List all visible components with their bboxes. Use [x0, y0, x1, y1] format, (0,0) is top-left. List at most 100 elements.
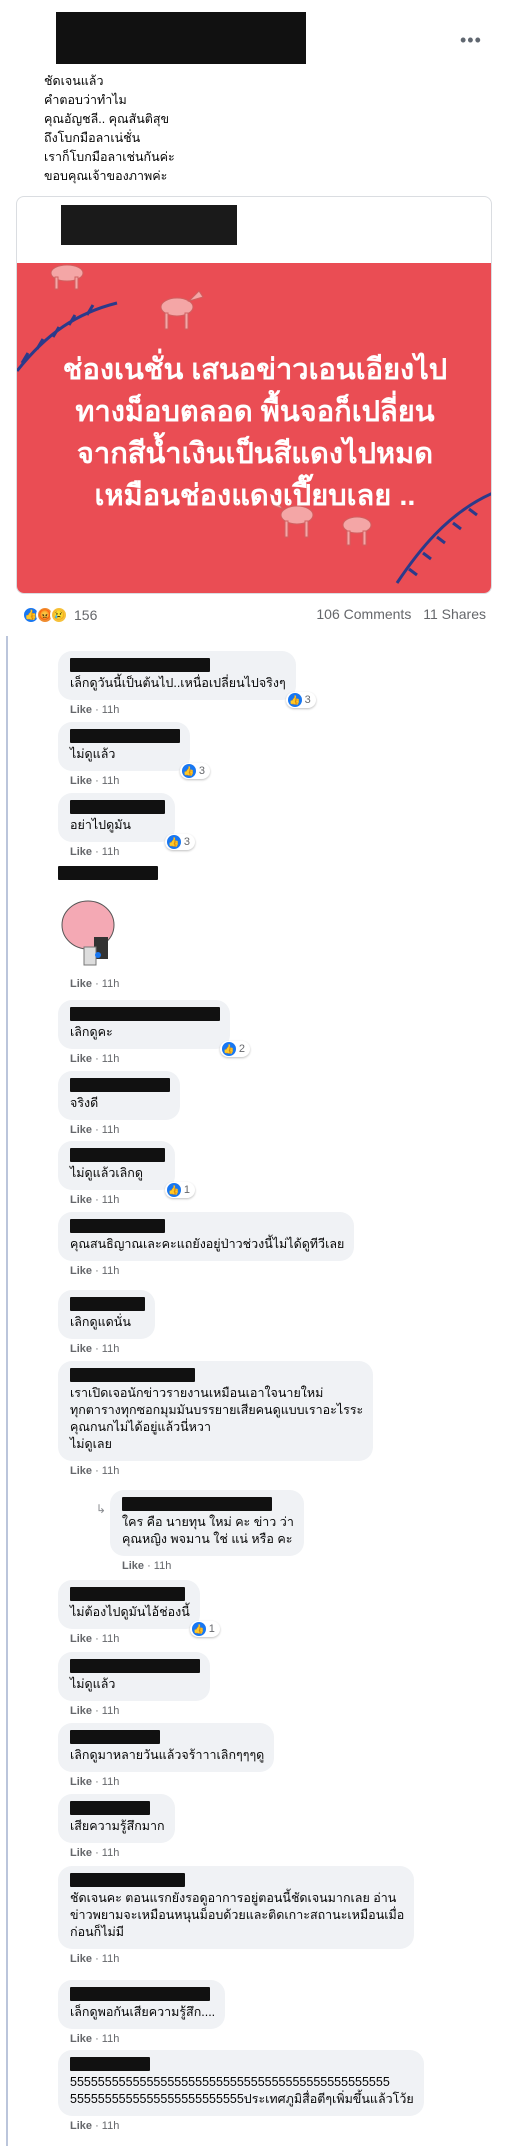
meta-separator: ·	[92, 1705, 102, 1717]
like-button[interactable]: Like	[70, 704, 92, 716]
commenter-name-redacted[interactable]	[70, 1007, 220, 1021]
comment-timestamp[interactable]: 11h	[102, 775, 120, 787]
commenter-name-redacted[interactable]	[70, 658, 210, 672]
like-button[interactable]: Like	[70, 1847, 92, 1859]
commenter-name-redacted[interactable]	[70, 1587, 185, 1601]
comment-bubble[interactable]: เลิกดูแดนั่น	[58, 1290, 155, 1339]
comment-timestamp[interactable]: 11h	[102, 1633, 120, 1645]
author-avatar-redacted[interactable]	[56, 12, 306, 64]
like-reaction-icon: 👍	[287, 693, 302, 707]
comment-timestamp[interactable]: 11h	[102, 1847, 120, 1859]
comment-timestamp[interactable]: 11h	[102, 1343, 120, 1355]
like-button[interactable]: Like	[70, 2033, 92, 2045]
like-button[interactable]: Like	[70, 1343, 92, 1355]
commenter-name-redacted[interactable]	[70, 1987, 210, 2001]
like-button[interactable]: Like	[70, 1265, 92, 1277]
comment-bubble[interactable]: ไม่ดูแล้วเลิกดู 👍 1	[58, 1141, 195, 1198]
comment-bubble[interactable]: ใคร คือ นายทุน ใหม่ คะ ข่าว ว่า คุณหญิง พ…	[110, 1490, 304, 1556]
comment-timestamp[interactable]: 11h	[102, 2120, 120, 2132]
commenter-name-redacted[interactable]	[70, 1219, 165, 1233]
comment-bubble[interactable]: ไม่ดูแล้ว 👍 3	[58, 722, 210, 779]
commenter-name-redacted[interactable]	[70, 1297, 145, 1311]
commenter-name-redacted[interactable]	[70, 2057, 150, 2071]
meta-separator: ·	[92, 1633, 102, 1645]
commenter-name-redacted[interactable]	[70, 1873, 185, 1887]
commenter-name-redacted[interactable]	[70, 729, 180, 743]
reaction-count: 1	[208, 1623, 215, 1635]
comment-bubble[interactable]	[58, 866, 158, 974]
comment-bubble[interactable]: คุณสนธิญาณเละคะแถยังอยู่ป่าวช่วงนี้ไม่ได…	[58, 1212, 355, 1261]
like-button[interactable]: Like	[70, 1705, 92, 1717]
like-button[interactable]: Like	[70, 1633, 92, 1645]
like-button[interactable]: Like	[70, 846, 92, 858]
comment-timestamp[interactable]: 11h	[102, 1705, 120, 1717]
comment-timestamp[interactable]: 11h	[154, 1560, 172, 1572]
comment-reaction-badge[interactable]: 👍 1	[164, 1182, 195, 1198]
comment-timestamp[interactable]: 11h	[102, 1265, 120, 1277]
commenter-name-redacted[interactable]	[70, 1078, 170, 1092]
commenter-name-redacted[interactable]	[70, 1368, 195, 1382]
comment-line: 5555555555555555555555555555555555555555…	[70, 2075, 390, 2089]
comment-text: อย่าไปดูมัน	[70, 818, 131, 832]
shared-author-redacted[interactable]	[61, 205, 237, 245]
shared-post-card[interactable]: ช่องเนชั่น เสนอข่าวเอนเอียงไป ทางม็อบตลอ…	[16, 196, 492, 594]
reaction-count: 3	[198, 765, 205, 777]
comment-timestamp[interactable]: 11h	[102, 704, 120, 716]
like-button[interactable]: Like	[70, 1053, 92, 1065]
comment-bubble[interactable]: เลิกดูคะ 👍 2	[58, 1000, 250, 1057]
comment-bubble[interactable]: ชัดเจนคะ ตอนแรกยังรอดูอาการอยู่ตอนนี้ชัด…	[58, 1866, 415, 1949]
comment-bubble[interactable]: เราเปิดเจอนักข่าวรายงานเหมือนเอาใจนายใหม…	[58, 1361, 374, 1461]
comment-timestamp[interactable]: 11h	[102, 1776, 120, 1788]
comment-reaction-badge[interactable]: 👍 3	[179, 763, 210, 779]
comment-bubble[interactable]: อย่าไปดูมัน 👍 3	[58, 793, 195, 850]
comment-timestamp[interactable]: 11h	[102, 1465, 120, 1477]
commenter-name-redacted[interactable]	[122, 1497, 272, 1511]
sad-reaction-icon: 😢	[50, 606, 68, 624]
comment-reply: ↳ ใคร คือ นายทุน ใหม่ คะ ข่าว ว่า คุณหญิง …	[96, 1490, 304, 1572]
like-button[interactable]: Like	[122, 1560, 144, 1572]
comment-timestamp[interactable]: 11h	[102, 978, 120, 990]
comment-reaction-badge[interactable]: 👍 2	[219, 1041, 250, 1057]
comment-timestamp[interactable]: 11h	[102, 1124, 120, 1136]
comment-bubble[interactable]: เลิกดูมาหลายวันแล้วจร้าาาเลิกๆๆๆดู	[58, 1723, 275, 1772]
like-button[interactable]: Like	[70, 1776, 92, 1788]
comment-bubble[interactable]: 5555555555555555555555555555555555555555…	[58, 2050, 424, 2116]
like-button[interactable]: Like	[70, 2120, 92, 2132]
commenter-name-redacted[interactable]	[70, 1148, 165, 1162]
shares-count-link[interactable]: 11 Shares	[423, 606, 486, 622]
comments-count-link[interactable]: 106 Comments	[316, 606, 411, 622]
comment-timestamp[interactable]: 11h	[102, 1953, 120, 1965]
commenter-name-redacted[interactable]	[70, 1801, 150, 1815]
like-button[interactable]: Like	[70, 978, 92, 990]
comment-timestamp[interactable]: 11h	[102, 846, 120, 858]
comment: Like · 11h	[58, 866, 158, 990]
facebook-post-page: ••• ชัดเจนแล้ว คำตอบว่าทำไม คุณอัญชลี.. …	[0, 0, 508, 2148]
comment-timestamp[interactable]: 11h	[102, 2033, 120, 2045]
comment-meta: Like · 11h	[70, 2033, 225, 2045]
comment-reaction-badge[interactable]: 👍 1	[189, 1621, 220, 1637]
like-button[interactable]: Like	[70, 1953, 92, 1965]
comment-timestamp[interactable]: 11h	[102, 1194, 120, 1206]
like-button[interactable]: Like	[70, 1194, 92, 1206]
commenter-name-redacted[interactable]	[58, 866, 158, 880]
comment-reaction-badge[interactable]: 👍 3	[164, 834, 195, 850]
commenter-name-redacted[interactable]	[70, 1659, 200, 1673]
comment-timestamp[interactable]: 11h	[102, 1053, 120, 1065]
comment-meta: Like · 11h	[70, 1633, 200, 1645]
reactions-summary[interactable]: 👍 😡 😢 156	[22, 603, 97, 627]
comment-bubble[interactable]: เสียความรู้สึกมาก	[58, 1794, 175, 1843]
like-button[interactable]: Like	[70, 1465, 92, 1477]
reaction-count: 156	[74, 607, 98, 623]
comment-bubble[interactable]: เล็กดูพอกันเสียความรู้สึก....	[58, 1980, 226, 2029]
more-options-button[interactable]: •••	[460, 30, 482, 51]
like-button[interactable]: Like	[70, 775, 92, 787]
comment-bubble[interactable]: จริงดี	[58, 1071, 180, 1120]
like-button[interactable]: Like	[70, 1124, 92, 1136]
comment-bubble[interactable]: เล็กดูวันนี้เป็นต้นไป..เหนื่อเปลี่ยนไปจร…	[58, 651, 316, 708]
comment-reaction-badge[interactable]: 👍 3	[285, 692, 316, 708]
commenter-name-redacted[interactable]	[70, 800, 165, 814]
shared-image-banner[interactable]: ช่องเนชั่น เสนอข่าวเอนเอียงไป ทางม็อบตลอ…	[17, 263, 491, 593]
commenter-name-redacted[interactable]	[70, 1730, 160, 1744]
comment-bubble[interactable]: ไม่ต้องไปดูมันไอ้ช่องนี้ 👍 1	[58, 1580, 220, 1637]
comment-bubble[interactable]: ไม่ดูแล้ว	[58, 1652, 210, 1701]
